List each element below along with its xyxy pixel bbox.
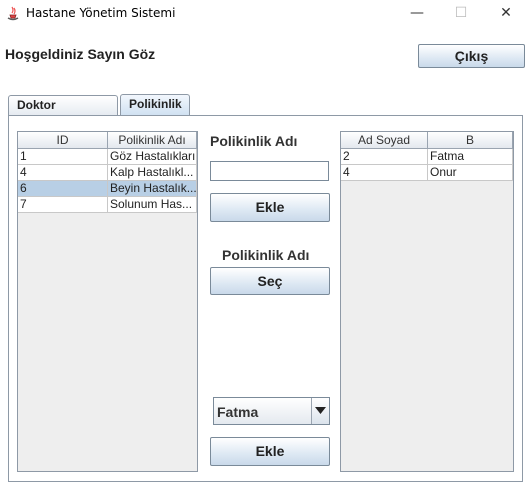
clinic-name-label: Polikinlik Adı — [210, 133, 298, 149]
minimize-button[interactable]: — — [402, 3, 432, 23]
cell-clinic-name: Göz Hastalıkları — [108, 149, 197, 165]
table-row[interactable]: 4 Onur — [341, 165, 513, 181]
cell-id: 4 — [341, 165, 428, 181]
title-bar: Hastane Yönetim Sistemi — ☐ ✕ — [0, 0, 525, 28]
chevron-down-icon[interactable] — [311, 398, 329, 424]
column-header-clinic-name[interactable]: Polikinlik Adı — [108, 132, 197, 149]
add-clinic-button[interactable]: Ekle — [210, 193, 330, 222]
cell-id: 1 — [18, 149, 108, 165]
cell-id: 6 — [18, 181, 108, 197]
table-row[interactable]: 4 Kalp Hastalıkl... — [18, 165, 197, 181]
exit-button[interactable]: Çıkış — [418, 44, 525, 68]
column-header-id[interactable]: ID — [18, 132, 108, 149]
window-title: Hastane Yönetim Sistemi — [26, 6, 176, 20]
tab-doktor-yonetimi[interactable]: Doktor Yönetimi — [8, 95, 118, 130]
cell-clinic-name: Solunum Has... — [108, 197, 197, 213]
table-row-selected[interactable]: 6 Beyin Hastalık... — [18, 181, 197, 197]
column-header-ad-soyad[interactable]: Ad Soyad — [341, 132, 428, 149]
clinic-name-field[interactable] — [210, 161, 329, 181]
cell-doctor-name: Onur — [428, 165, 513, 181]
clinic-table-header: ID Polikinlik Adı — [18, 132, 197, 149]
doctor-table-header: Ad Soyad B — [341, 132, 513, 149]
tab-polikinlik[interactable]: Polikinlik — [120, 94, 190, 116]
clinic-table[interactable]: ID Polikinlik Adı 1 Göz Hastalıkları 4 K… — [17, 131, 198, 472]
cell-clinic-name: Kalp Hastalıkl... — [108, 165, 197, 181]
cell-doctor-name: Fatma — [428, 149, 513, 165]
select-button[interactable]: Seç — [210, 267, 330, 295]
welcome-label: Hoşgeldiniz Sayın Göz — [5, 46, 156, 62]
doctor-combo[interactable]: Fatma — [213, 397, 330, 425]
column-header-b[interactable]: B — [428, 132, 513, 149]
cell-id: 2 — [341, 149, 428, 165]
select-clinic-label: Polikinlik Adı — [222, 247, 310, 263]
cell-id: 4 — [18, 165, 108, 181]
table-row[interactable]: 1 Göz Hastalıkları — [18, 149, 197, 165]
table-row[interactable]: 7 Solunum Has... — [18, 197, 197, 213]
cell-id: 7 — [18, 197, 108, 213]
maximize-button[interactable]: ☐ — [446, 3, 476, 23]
doctor-combo-value: Fatma — [217, 404, 259, 420]
table-row[interactable]: 2 Fatma — [341, 149, 513, 165]
close-button[interactable]: ✕ — [491, 3, 521, 23]
cell-clinic-name: Beyin Hastalık... — [108, 181, 197, 197]
add-doctor-button[interactable]: Ekle — [210, 437, 330, 466]
java-app-icon — [5, 5, 21, 21]
doctor-table[interactable]: Ad Soyad B 2 Fatma 4 Onur — [340, 131, 514, 472]
